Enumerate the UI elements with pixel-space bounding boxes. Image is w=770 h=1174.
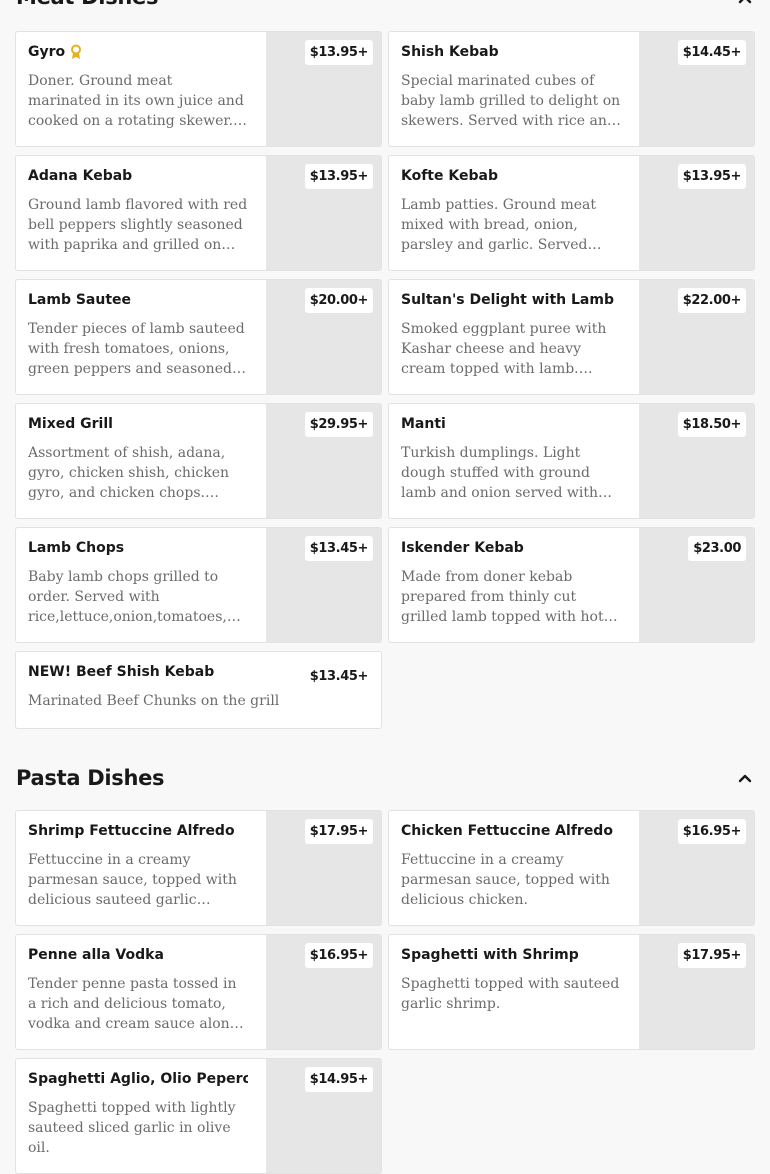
item-price: $20.00+ (304, 288, 373, 313)
menu-item-card[interactable]: Shish Kebab Special marinated cubes of b… (388, 31, 755, 147)
item-description: Fettuccine in a creamy parmesan sauce, t… (401, 852, 610, 908)
menu-item-card[interactable]: Kofte Kebab Lamb patties. Ground meat mi… (388, 155, 755, 271)
item-price: $29.95+ (304, 412, 373, 437)
item-description: Lamb patties. Ground meat mixed with bre… (401, 197, 597, 253)
menu-item-card[interactable]: Spaghetti Aglio, Olio Peperoncino Spaghe… (15, 1058, 382, 1174)
item-description: Made from doner kebab prepared from thin… (401, 569, 604, 625)
item-price: $13.95+ (304, 40, 373, 65)
item-description: Tender penne pasta tossed in a rich and … (28, 976, 239, 1032)
item-description: Spaghetti topped with lightly sauteed sl… (28, 1100, 236, 1156)
item-description: Ground lamb flavored with red bell peppe… (28, 197, 248, 253)
menu-item-card[interactable]: Manti Turkish dumplings. Light dough stu… (388, 403, 755, 519)
item-price: $13.45+ (304, 536, 373, 561)
item-price: $16.95+ (677, 819, 746, 844)
item-name: Shrimp Fettuccine Alfredo (28, 823, 235, 839)
close-icon[interactable] (736, 0, 754, 6)
item-name: Gyro (28, 44, 248, 60)
menu-item-card[interactable]: Lamb Sautee Tender pieces of lamb sautee… (15, 279, 382, 395)
item-price: $17.95+ (304, 819, 373, 844)
menu-item-card[interactable]: Lamb Chops Baby lamb chops grilled to or… (15, 527, 382, 643)
item-description: Doner. Ground meat marinated in its own … (28, 73, 244, 129)
item-name: Iskender Kebab (401, 540, 524, 556)
item-description: Baby lamb chops grilled to order. Served… (28, 569, 227, 625)
item-price: $23.00 (688, 536, 746, 561)
menu-item-card[interactable]: NEW! Beef Shish Kebab Marinated Beef Chu… (15, 651, 382, 729)
item-price: $18.50+ (677, 412, 746, 437)
item-price: $17.95+ (677, 943, 746, 968)
item-name: Spaghetti Aglio, Olio Peperoncino (28, 1071, 248, 1087)
item-name: Lamb Chops (28, 540, 125, 556)
menu-item-card[interactable]: Penne alla Vodka Tender penne pasta toss… (15, 934, 382, 1050)
chevron-up-icon[interactable] (736, 769, 754, 787)
item-description: Assortment of shish, adana, gyro, chicke… (28, 445, 230, 501)
item-name: Chicken Fettuccine Alfredo (401, 823, 613, 839)
item-name: Lamb Sautee (28, 292, 132, 308)
item-price: $13.95+ (304, 164, 373, 189)
section-title: Meat Dishes (16, 0, 158, 9)
award-icon (69, 44, 83, 60)
menu-item-card[interactable]: Chicken Fettuccine Alfredo Fettuccine in… (388, 810, 755, 926)
item-price: $13.45+ (304, 664, 373, 689)
item-description: Marinated Beef Chunks on the grill (28, 693, 280, 709)
item-name: NEW! Beef Shish Kebab (28, 664, 215, 680)
item-description: Tender pieces of lamb sauteed with fresh… (28, 321, 245, 377)
menu-item-card[interactable]: Mixed Grill Assortment of shish, adana, … (15, 403, 382, 519)
item-name: Shish Kebab (401, 44, 499, 60)
menu-item-card[interactable]: Sultan's Delight with Lamb Smoked eggpla… (388, 279, 755, 395)
section-header-pasta: Pasta Dishes (16, 766, 754, 790)
item-name: Penne alla Vodka (28, 947, 164, 963)
item-description: Smoked eggplant puree with Kashar cheese… (401, 321, 607, 377)
item-price: $14.45+ (677, 40, 746, 65)
menu-item-card[interactable]: Shrimp Fettuccine Alfredo Fettuccine in … (15, 810, 382, 926)
item-description: Special marinated cubes of baby lamb gri… (401, 73, 621, 129)
item-price: $22.00+ (677, 288, 746, 313)
item-name: Adana Kebab (28, 168, 133, 184)
item-name: Sultan's Delight with Lamb (401, 292, 614, 308)
item-name: Spaghetti with Shrimp (401, 947, 579, 963)
item-name: Kofte Kebab (401, 168, 498, 184)
section-header-meat: Meat Dishes (16, 0, 754, 9)
section-title: Pasta Dishes (16, 766, 165, 790)
item-name: Mixed Grill (28, 416, 113, 432)
item-name: Manti (401, 416, 446, 432)
menu-item-card[interactable]: Adana Kebab Ground lamb flavored with re… (15, 155, 382, 271)
item-description: Fettuccine in a creamy parmesan sauce, t… (28, 852, 237, 908)
menu-item-card[interactable]: Spaghetti with Shrimp Spaghetti topped w… (388, 934, 755, 1050)
menu-item-card[interactable]: Iskender Kebab Made from doner kebab pre… (388, 527, 755, 643)
item-price: $14.95+ (304, 1067, 373, 1092)
menu-item-card[interactable]: Gyro Doner. Ground meat marinated in its… (15, 31, 382, 147)
item-price: $13.95+ (677, 164, 746, 189)
item-price: $16.95+ (304, 943, 373, 968)
item-description: Spaghetti topped with sauteed garlic shr… (401, 976, 620, 1012)
item-description: Turkish dumplings. Light dough stuffed w… (401, 445, 598, 501)
